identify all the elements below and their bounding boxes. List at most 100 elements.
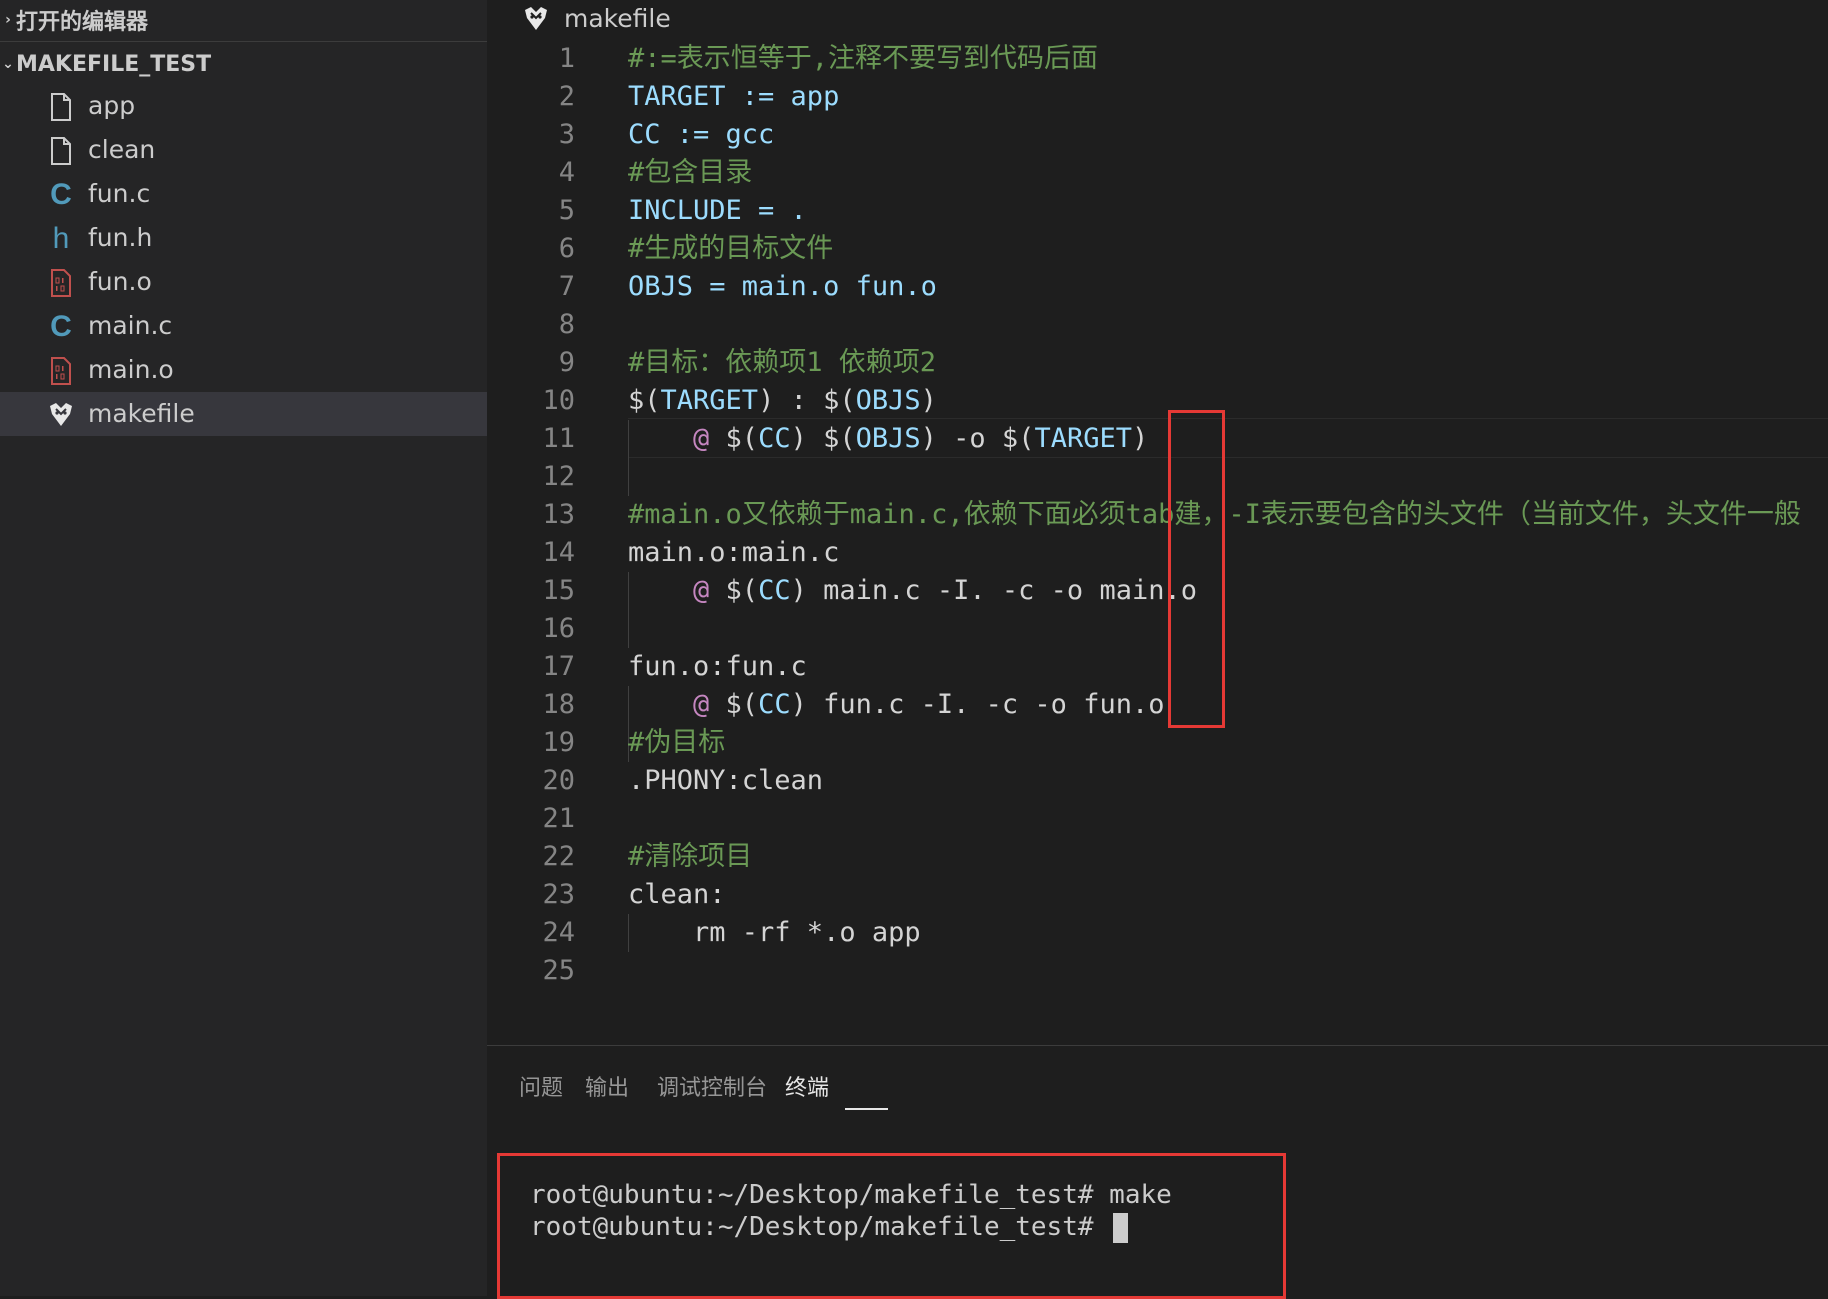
code-line: 16	[487, 610, 1828, 648]
c-language-icon: C	[50, 310, 72, 343]
code-text: clean:	[628, 876, 726, 914]
line-number: 13	[542, 499, 575, 530]
project-folder-header[interactable]: ⌄ MAKEFILE_TEST	[0, 44, 487, 84]
file-item-clean[interactable]: clean	[0, 128, 487, 172]
line-number: 4	[558, 157, 575, 188]
file-item-app[interactable]: app	[0, 84, 487, 128]
line-number: 17	[542, 651, 575, 682]
binary-file-icon	[46, 268, 76, 298]
annotation-highlight-box	[1168, 410, 1225, 728]
code-token: TARGET	[660, 385, 759, 416]
file-item-makefile[interactable]: makefile	[0, 392, 487, 436]
code-token: OBJS	[855, 385, 921, 416]
code-text: #清除项目	[628, 838, 752, 876]
file-icon	[46, 92, 76, 122]
code-token: #伪目标	[628, 727, 726, 758]
tab-output[interactable]: 输出	[585, 1070, 629, 1102]
file-item-main-o[interactable]: main.o	[0, 348, 487, 392]
code-text: TARGET := app	[628, 78, 839, 116]
terminal-line: root@ubuntu:~/Desktop/makefile_test# mak…	[530, 1180, 1172, 1210]
code-text: OBJS = main.o fun.o	[628, 268, 937, 306]
code-line: 6 #生成的目标文件	[487, 230, 1828, 268]
code-token: CC := gcc	[628, 119, 775, 150]
code-text: rm -rf *.o app	[628, 914, 921, 952]
file-item-fun-c[interactable]: Cfun.c	[0, 172, 487, 216]
code-line: 25	[487, 952, 1828, 990]
project-folder-label: MAKEFILE_TEST	[16, 51, 212, 77]
terminal-line: root@ubuntu:~/Desktop/makefile_test#	[530, 1212, 1129, 1243]
file-icon	[46, 136, 76, 166]
code-token: CC	[758, 423, 791, 454]
line-number: 22	[542, 841, 575, 872]
code-text: @ $(CC) fun.c -I. -c -o fun.o	[628, 686, 1164, 724]
terminal-cursor	[1113, 1212, 1129, 1243]
line-number: 8	[558, 309, 575, 340]
file-label: main.o	[88, 355, 174, 384]
line-number: 1	[558, 43, 575, 74]
line-number: 6	[558, 233, 575, 264]
code-token: fun.o:fun.c	[628, 651, 807, 682]
file-label: makefile	[88, 399, 195, 428]
code-line: 3 CC := gcc	[487, 116, 1828, 154]
code-line: 12	[487, 458, 1828, 496]
code-token: $(	[709, 423, 759, 454]
code-text: @ $(CC) $(OBJS) -o $(TARGET)	[628, 420, 1148, 458]
code-token: )	[920, 385, 937, 416]
code-line: 15 @ $(CC) main.c -I. -c -o main.o	[487, 572, 1828, 610]
file-item-fun-o[interactable]: fun.o	[0, 260, 487, 304]
line-number: 14	[542, 537, 575, 568]
code-token: #清除项目	[628, 841, 753, 872]
line-number: 24	[542, 917, 575, 948]
line-number: 11	[542, 423, 575, 454]
line-number: 25	[542, 955, 575, 986]
terminal-text: root@ubuntu:~/Desktop/makefile_test#	[530, 1212, 1110, 1242]
code-token: TARGET	[1034, 423, 1132, 454]
line-number: 21	[542, 803, 575, 834]
tab-problems[interactable]: 问题	[519, 1070, 563, 1102]
file-item-fun-h[interactable]: h fun.h	[0, 216, 487, 260]
code-line: 8	[487, 306, 1828, 344]
code-token: #生成的目标文件	[628, 233, 834, 264]
active-tab-indicator	[845, 1108, 888, 1110]
file-label: fun.h	[88, 223, 153, 252]
file-label: fun.c	[88, 179, 151, 208]
terminal[interactable]: root@ubuntu:~/Desktop/makefile_test# mak…	[487, 1114, 1828, 1299]
chevron-down-icon: ⌄	[2, 56, 14, 72]
header-file-icon: h	[52, 222, 70, 255]
code-token: CC	[758, 575, 791, 606]
code-line: 24 rm -rf *.o app	[487, 914, 1828, 952]
code-token: ) main.c -I. -c -o main.o	[790, 575, 1197, 606]
line-number: 18	[542, 689, 575, 720]
code-line: 22 #清除项目	[487, 838, 1828, 876]
code-token: OBJS = main.o fun.o	[628, 271, 937, 302]
code-token: #包含目录	[628, 157, 753, 188]
code-line: 10 $(TARGET) : $(OBJS)	[487, 382, 1828, 420]
code-token: #:=表示恒等于,注释不要写到代码后面	[628, 43, 1099, 74]
line-number: 23	[542, 879, 575, 910]
file-label: app	[88, 91, 136, 120]
c-language-icon: C	[50, 178, 72, 211]
code-text: #:=表示恒等于,注释不要写到代码后面	[628, 40, 1098, 78]
file-label: main.c	[88, 311, 173, 340]
makefile-icon	[46, 400, 76, 430]
chevron-right-icon: ›	[5, 12, 11, 28]
code-token: OBJS	[855, 423, 921, 454]
code-text: .PHONY:clean	[628, 762, 823, 800]
code-token: ) : $(	[758, 385, 856, 416]
file-item-main-c[interactable]: Cmain.c	[0, 304, 487, 348]
line-number: 12	[542, 461, 575, 492]
code-token: $(	[709, 575, 759, 606]
tab-debug-console[interactable]: 调试控制台	[657, 1070, 767, 1102]
code-editor[interactable]: 1 #:=表示恒等于,注释不要写到代码后面 2 TARGET := app 3 CC :=…	[487, 40, 1828, 1000]
code-text: #目标：依赖项1 依赖项2	[628, 344, 936, 382]
open-editors-label: 打开的编辑器	[16, 10, 149, 35]
line-number: 19	[542, 727, 575, 758]
code-line: 20 .PHONY:clean	[487, 762, 1828, 800]
tab-terminal[interactable]: 终端	[785, 1070, 829, 1102]
code-token: #目标：依赖项1 依赖项2	[628, 347, 937, 378]
code-text: #伪目标	[628, 724, 725, 762]
editor-tab[interactable]: makefile	[487, 0, 1828, 40]
open-editors-header[interactable]: › 打开的编辑器	[0, 0, 487, 40]
code-line: 2 TARGET := app	[487, 78, 1828, 116]
